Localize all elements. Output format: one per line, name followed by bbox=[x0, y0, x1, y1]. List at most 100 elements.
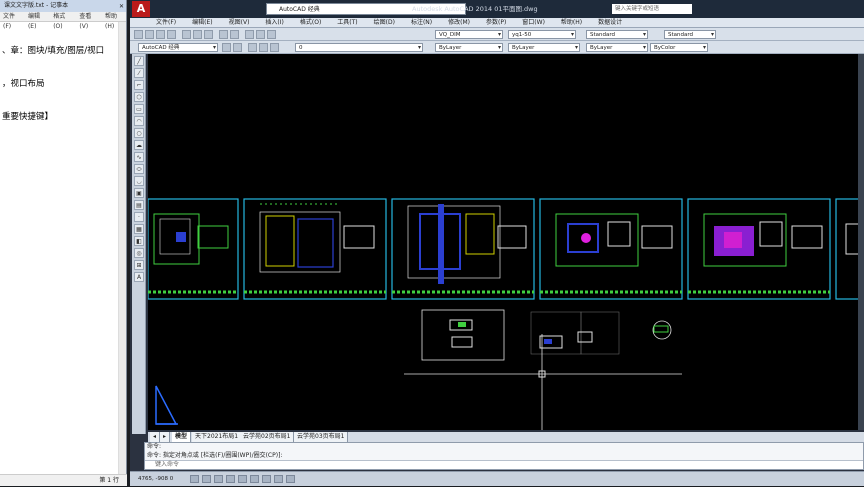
redo-icon[interactable] bbox=[230, 30, 239, 39]
menu-item[interactable]: 编辑(E) bbox=[192, 18, 212, 27]
menu-format[interactable]: 格式(O) bbox=[53, 12, 74, 30]
search-input[interactable]: 键入关键字或短语 bbox=[612, 4, 692, 14]
text-line: ，视口布局 bbox=[2, 79, 45, 89]
menu-item[interactable]: 窗口(W) bbox=[522, 18, 545, 27]
drafting-toggles bbox=[190, 475, 295, 483]
tab-layout-3[interactable]: 云学苑03页布局1 bbox=[294, 432, 349, 442]
tab-model[interactable]: 模型 bbox=[172, 432, 192, 442]
polar-toggle-icon[interactable] bbox=[226, 475, 235, 483]
text-style-select[interactable]: VQ_DIM bbox=[435, 30, 503, 39]
menu-help[interactable]: 帮助(H) bbox=[105, 12, 126, 30]
menu-item[interactable]: 视图(V) bbox=[229, 18, 250, 27]
insert-block-icon[interactable]: ▣ bbox=[134, 188, 144, 198]
spline-icon[interactable]: ∿ bbox=[134, 152, 144, 162]
lineweight-select[interactable]: ByLayer bbox=[586, 43, 648, 52]
notepad-text-area[interactable]: 、章：图块/填充/图层/视口 ，视口布局 重要快捷键】 bbox=[0, 22, 126, 147]
notepad-statusbar: 第 1 行 bbox=[0, 474, 127, 486]
properties-icon[interactable] bbox=[267, 30, 276, 39]
tab-layout-1[interactable]: 天下2021布局1 bbox=[192, 432, 243, 442]
line-icon[interactable]: ╱ bbox=[134, 56, 144, 66]
save-icon[interactable] bbox=[156, 30, 165, 39]
tab-layout-2[interactable]: 云学苑02页布局1 bbox=[240, 432, 295, 442]
command-input[interactable]: 键入命令 bbox=[145, 460, 863, 469]
mtext-icon[interactable]: A bbox=[134, 272, 144, 282]
menu-item[interactable]: 文件(F) bbox=[156, 18, 176, 27]
menu-edit[interactable]: 编辑(E) bbox=[28, 12, 48, 30]
color-select[interactable]: ByLayer bbox=[435, 43, 503, 52]
ellipse-icon[interactable]: ⬭ bbox=[134, 164, 144, 174]
menu-item[interactable]: 工具(T) bbox=[337, 18, 357, 27]
polygon-icon[interactable]: ⬡ bbox=[134, 92, 144, 102]
circle-icon[interactable]: ○ bbox=[134, 128, 144, 138]
linetype-select[interactable]: ByLayer bbox=[508, 43, 580, 52]
plotstyle-select[interactable]: ByColor bbox=[650, 43, 708, 52]
copy-icon[interactable] bbox=[193, 30, 202, 39]
menu-item[interactable]: 修改(M) bbox=[448, 18, 470, 27]
close-icon[interactable]: ✕ bbox=[119, 1, 124, 13]
open-file-icon[interactable] bbox=[145, 30, 154, 39]
arc-icon[interactable]: ◠ bbox=[134, 116, 144, 126]
lock-icon[interactable] bbox=[270, 43, 279, 52]
zoom-icon[interactable] bbox=[256, 30, 265, 39]
menu-item[interactable]: 帮助(H) bbox=[561, 18, 582, 27]
region-icon[interactable]: ◎ bbox=[134, 248, 144, 258]
menu-item[interactable]: 标注(N) bbox=[411, 18, 432, 27]
paste-icon[interactable] bbox=[204, 30, 213, 39]
menu-item[interactable]: 绘图(D) bbox=[374, 18, 395, 27]
table-icon[interactable]: ⊞ bbox=[134, 260, 144, 270]
menu-item[interactable]: 参数(P) bbox=[486, 18, 506, 27]
mleader-style-select[interactable]: Standard bbox=[664, 30, 716, 39]
gear-icon[interactable] bbox=[222, 43, 231, 52]
ortho-toggle-icon[interactable] bbox=[214, 475, 223, 483]
cut-icon[interactable] bbox=[182, 30, 191, 39]
autocad-window: A AutoCAD 经典 Autodesk AutoCAD 2014 01平面图… bbox=[130, 0, 864, 486]
otrack-toggle-icon[interactable] bbox=[250, 475, 259, 483]
sun-icon[interactable] bbox=[259, 43, 268, 52]
dyn-toggle-icon[interactable] bbox=[274, 475, 283, 483]
draw-toolbar: ╱ ⁄ ⌐ ⬡ ▭ ◠ ○ ☁ ∿ ⬭ ◡ ▣ ▤ · ▦ ◧ ◎ ⊞ A bbox=[132, 54, 146, 434]
tab-nav-first[interactable]: ◂ bbox=[150, 432, 160, 442]
lightbulb-icon[interactable] bbox=[248, 43, 257, 52]
gradient-icon[interactable]: ◧ bbox=[134, 236, 144, 246]
ellipse-arc-icon[interactable]: ◡ bbox=[134, 176, 144, 186]
menu-item[interactable]: 插入(I) bbox=[265, 18, 283, 27]
undo-icon[interactable] bbox=[219, 30, 228, 39]
vertical-scrollbar[interactable] bbox=[118, 22, 126, 474]
menu-bar: 文件(F) 编辑(E) 视图(V) 插入(I) 格式(O) 工具(T) 绘图(D… bbox=[130, 18, 864, 28]
new-file-icon[interactable] bbox=[134, 30, 143, 39]
menu-item[interactable]: 数据设计 bbox=[598, 18, 622, 27]
lwt-toggle-icon[interactable] bbox=[286, 475, 295, 483]
grid-toggle-icon[interactable] bbox=[202, 475, 211, 483]
workspace-select[interactable]: AutoCAD 经典 bbox=[138, 43, 218, 52]
layers-toolbar: AutoCAD 经典 0 ByLayer ByLayer ByLayer ByC… bbox=[130, 41, 864, 54]
ducs-toggle-icon[interactable] bbox=[262, 475, 271, 483]
right-scrollbar[interactable] bbox=[858, 54, 864, 430]
table-style-select[interactable]: Standard bbox=[586, 30, 648, 39]
menu-file[interactable]: 文件(F) bbox=[3, 12, 23, 30]
osnap-toggle-icon[interactable] bbox=[238, 475, 247, 483]
tab-nav-last[interactable]: ▸ bbox=[160, 432, 170, 442]
snap-toggle-icon[interactable] bbox=[190, 475, 199, 483]
hatch-icon[interactable]: ▦ bbox=[134, 224, 144, 234]
window-title: Autodesk AutoCAD 2014 01平面图.dwg bbox=[412, 5, 538, 13]
command-history-line: 命令: bbox=[147, 443, 162, 450]
dim-style-select[interactable]: yq1-50 bbox=[508, 30, 576, 39]
status-bar: 4765, -908 0 bbox=[130, 471, 864, 486]
rectangle-icon[interactable]: ▭ bbox=[134, 104, 144, 114]
text-line: 重要快捷键】 bbox=[2, 112, 54, 122]
revision-cloud-icon[interactable]: ☁ bbox=[134, 140, 144, 150]
polyline-icon[interactable]: ⌐ bbox=[134, 80, 144, 90]
layer-select[interactable]: 0 bbox=[295, 43, 423, 52]
print-icon[interactable] bbox=[167, 30, 176, 39]
menu-item[interactable]: 格式(O) bbox=[300, 18, 321, 27]
menu-view[interactable]: 查看(V) bbox=[79, 12, 100, 30]
autocad-logo-icon[interactable]: A bbox=[132, 1, 150, 17]
layer-manager-icon[interactable] bbox=[233, 43, 242, 52]
command-history-line: 命令: 指定对角点或 [栏选(F)/圈围(WP)/圈交(CP)]: bbox=[147, 451, 283, 459]
construction-line-icon[interactable]: ⁄ bbox=[134, 68, 144, 78]
make-block-icon[interactable]: ▤ bbox=[134, 200, 144, 210]
notepad-title: 课文文字版.txt - 记事本 bbox=[4, 2, 69, 9]
drawing-canvas[interactable] bbox=[148, 54, 864, 430]
point-icon[interactable]: · bbox=[134, 212, 144, 222]
pan-icon[interactable] bbox=[245, 30, 254, 39]
